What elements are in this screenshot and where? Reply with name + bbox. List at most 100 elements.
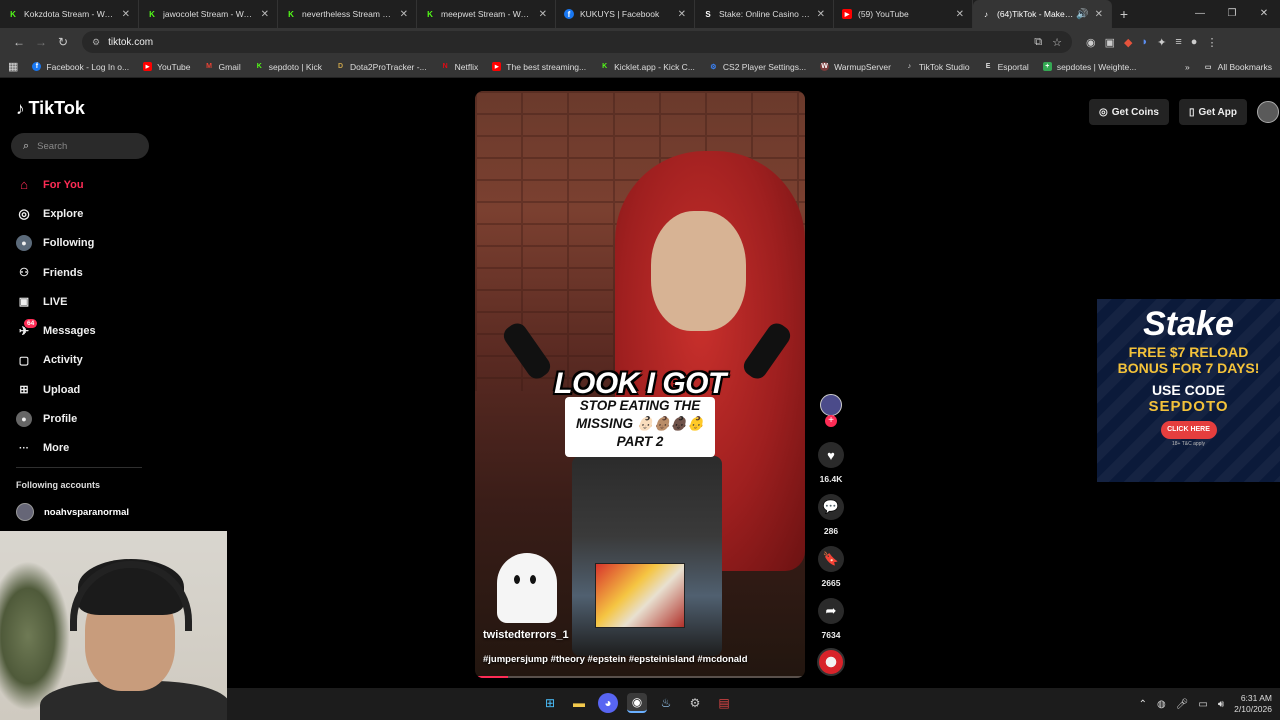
site-info-icon[interactable]: ⚙ <box>92 37 100 48</box>
browser-tab[interactable]: f KUKUYS | Facebook ✕ <box>556 0 695 28</box>
user-avatar[interactable] <box>1257 101 1279 123</box>
file-explorer-icon[interactable]: ▬ <box>569 693 589 713</box>
bookmark-item[interactable]: ▶ YouTube <box>143 62 191 72</box>
ad-click-button[interactable]: CLICK HERE <box>1160 421 1217 439</box>
bookmark-item[interactable]: ▶ The best streaming... <box>492 62 586 72</box>
kick-icon: K <box>288 9 294 19</box>
stake-ad-banner[interactable]: Stake FREE $7 RELOAD BONUS FOR 7 DAYS! U… <box>1097 299 1280 482</box>
extension-icon[interactable]: ◉ <box>1086 36 1096 49</box>
app-icon[interactable]: ▤ <box>714 693 734 713</box>
steam-icon[interactable]: ♨ <box>656 693 676 713</box>
bookmark-star-icon[interactable]: ☆ <box>1052 36 1062 49</box>
follow-plus-icon[interactable]: + <box>825 415 837 427</box>
more-bookmarks-icon[interactable]: » <box>1185 62 1190 72</box>
like-button[interactable]: ♥ 16.4K <box>816 442 846 484</box>
browser-tab[interactable]: Kmeepwet Stream - Watch ✕ <box>417 0 556 28</box>
sidebar-item-friends[interactable]: ⚇ Friends <box>16 258 216 287</box>
new-tab-button[interactable]: + <box>1112 6 1136 22</box>
sidebar-item-activity[interactable]: ▢ Activity <box>16 346 216 375</box>
video-progress-bar[interactable] <box>475 676 805 678</box>
bookmark-item[interactable]: E Esportal <box>984 62 1029 72</box>
music-disc-icon[interactable] <box>817 648 845 676</box>
restore-icon[interactable]: ❐ <box>1216 0 1248 28</box>
browser-tab[interactable]: K Kokzdota Stream - Watch ✕ <box>0 0 139 28</box>
close-tab-icon[interactable]: ✕ <box>1095 9 1103 20</box>
sidebar-item-upload[interactable]: ⊞ Upload <box>16 375 216 404</box>
volume-icon[interactable]: 🔊︎ <box>1218 699 1224 710</box>
sidebar-item-messages[interactable]: ✈ 64 Messages <box>16 316 216 345</box>
windows-start-icon[interactable]: ⊞ <box>540 693 560 713</box>
video-hashtags[interactable]: #jumpersjump #theory #epstein #epsteinis… <box>483 654 748 665</box>
all-bookmarks-button[interactable]: ▭ All Bookmarks <box>1204 62 1272 72</box>
bookmark-item[interactable]: f Facebook - Log In o... <box>32 62 129 72</box>
close-tab-icon[interactable]: ✕ <box>261 9 269 20</box>
bookmark-item[interactable]: M Gmail <box>205 62 241 72</box>
apps-icon[interactable]: ▦ <box>8 60 18 73</box>
tiktok-logo[interactable]: ♪ TikTok <box>16 98 85 119</box>
esportal-icon: E <box>985 63 991 70</box>
profile-avatar-icon[interactable]: ● <box>1191 36 1198 49</box>
profile-icon: ● <box>16 411 32 428</box>
browser-tab[interactable]: ▶ (59) YouTube ✕ <box>834 0 973 28</box>
network-icon[interactable]: ▭ <box>1198 699 1207 710</box>
sidebar-item-following[interactable]: ● Following <box>16 229 216 258</box>
settings-icon[interactable]: ⚙ <box>685 693 705 713</box>
bookmark-item[interactable]: D Dota2ProTracker -... <box>336 62 427 72</box>
close-tab-icon[interactable]: ✕ <box>539 9 547 20</box>
share-button[interactable]: ➦ 7634 <box>816 598 846 640</box>
sidebar-item-for-you[interactable]: ⌂ For You <box>16 170 216 199</box>
extension-icon[interactable]: ◗ <box>1141 36 1148 49</box>
get-coins-button[interactable]: ◎ Get Coins <box>1089 99 1169 125</box>
tray-app-icon[interactable]: ◍ <box>1157 699 1166 710</box>
install-app-icon[interactable]: ⧉ <box>1034 36 1042 49</box>
minimize-icon[interactable]: — <box>1184 0 1216 28</box>
video-player[interactable]: LOOK I GOT STOP EATING THE MISSING 👶🏻👶🏽👶… <box>475 91 805 678</box>
reload-icon[interactable]: ↻ <box>52 35 74 49</box>
bookmark-item[interactable]: K Kicklet.app - Kick C... <box>600 62 695 72</box>
browser-tab[interactable]: Knevertheless Stream - Wa ✕ <box>278 0 417 28</box>
search-icon: ⌕ <box>23 139 30 152</box>
following-account-item[interactable]: noahvsparanormal <box>16 503 129 521</box>
close-tab-icon[interactable]: ✕ <box>400 9 408 20</box>
browser-tab[interactable]: S Stake: Online Casino & Sp ✕ <box>695 0 834 28</box>
browser-tab-active[interactable]: ♪ (64)TikTok - Make You 🔊 ✕ <box>973 0 1112 28</box>
sidebar-item-explore[interactable]: ◎ Explore <box>16 199 216 228</box>
get-app-button[interactable]: ▯ Get App <box>1178 99 1247 125</box>
sidebar-item-more[interactable]: ··· More <box>16 434 216 463</box>
video-progress-fill <box>475 676 508 678</box>
browser-tab[interactable]: Kjawocolet Stream - Watch ✕ <box>139 0 278 28</box>
menu-icon[interactable]: ⋮ <box>1206 36 1217 49</box>
bookmark-item[interactable]: W WarmupServer <box>820 62 891 72</box>
back-icon[interactable]: ← <box>8 35 30 49</box>
search-input[interactable]: ⌕ Search <box>11 133 149 159</box>
bookmark-item[interactable]: + sepdotes | Weighte... <box>1042 62 1136 72</box>
chrome-icon[interactable]: ◉ <box>627 693 647 713</box>
extension-icon[interactable]: ◆ <box>1124 36 1132 49</box>
speaker-icon[interactable]: 🔊 <box>1076 9 1088 20</box>
bookmark-item[interactable]: Ksepdoto | Kick <box>255 62 322 72</box>
bookmark-item[interactable]: ⚙ CS2 Player Settings... <box>709 62 806 72</box>
microphone-icon[interactable]: 🎤︎ <box>1176 699 1189 710</box>
discord-icon[interactable]: ◕ <box>598 693 618 713</box>
sidebar-item-profile[interactable]: ● Profile <box>16 404 216 433</box>
close-tab-icon[interactable]: ✕ <box>956 9 964 20</box>
creator-username[interactable]: twistedterrors_1 <box>483 629 569 641</box>
close-tab-icon[interactable]: ✕ <box>678 9 686 20</box>
creator-avatar[interactable] <box>820 394 842 416</box>
forward-icon[interactable]: → <box>30 35 52 49</box>
extension-icon[interactable]: ▣ <box>1105 36 1115 49</box>
media-control-icon[interactable]: ≡ <box>1175 36 1181 49</box>
comment-button[interactable]: 💬 286 <box>816 494 846 536</box>
address-bar[interactable]: ⚙ tiktok.com ⧉ ☆ <box>82 31 1072 53</box>
puzzle-icon[interactable]: ✦ <box>1157 36 1166 49</box>
clock[interactable]: 6:31 AM 2/10/2026 <box>1234 693 1272 715</box>
top-right-actions: ◎ Get Coins ▯ Get App <box>1089 99 1279 125</box>
save-button[interactable]: 🔖 2665 <box>816 546 846 588</box>
close-tab-icon[interactable]: ✕ <box>122 9 130 20</box>
sidebar-item-live[interactable]: ▣ LIVE <box>16 287 216 316</box>
bookmark-item[interactable]: ♪ TikTok Studio <box>905 62 970 72</box>
close-tab-icon[interactable]: ✕ <box>817 9 825 20</box>
close-window-icon[interactable]: ✕ <box>1248 0 1280 28</box>
bookmark-item[interactable]: N Netflix <box>441 62 479 72</box>
tray-expand-icon[interactable]: ⌃ <box>1139 699 1147 710</box>
